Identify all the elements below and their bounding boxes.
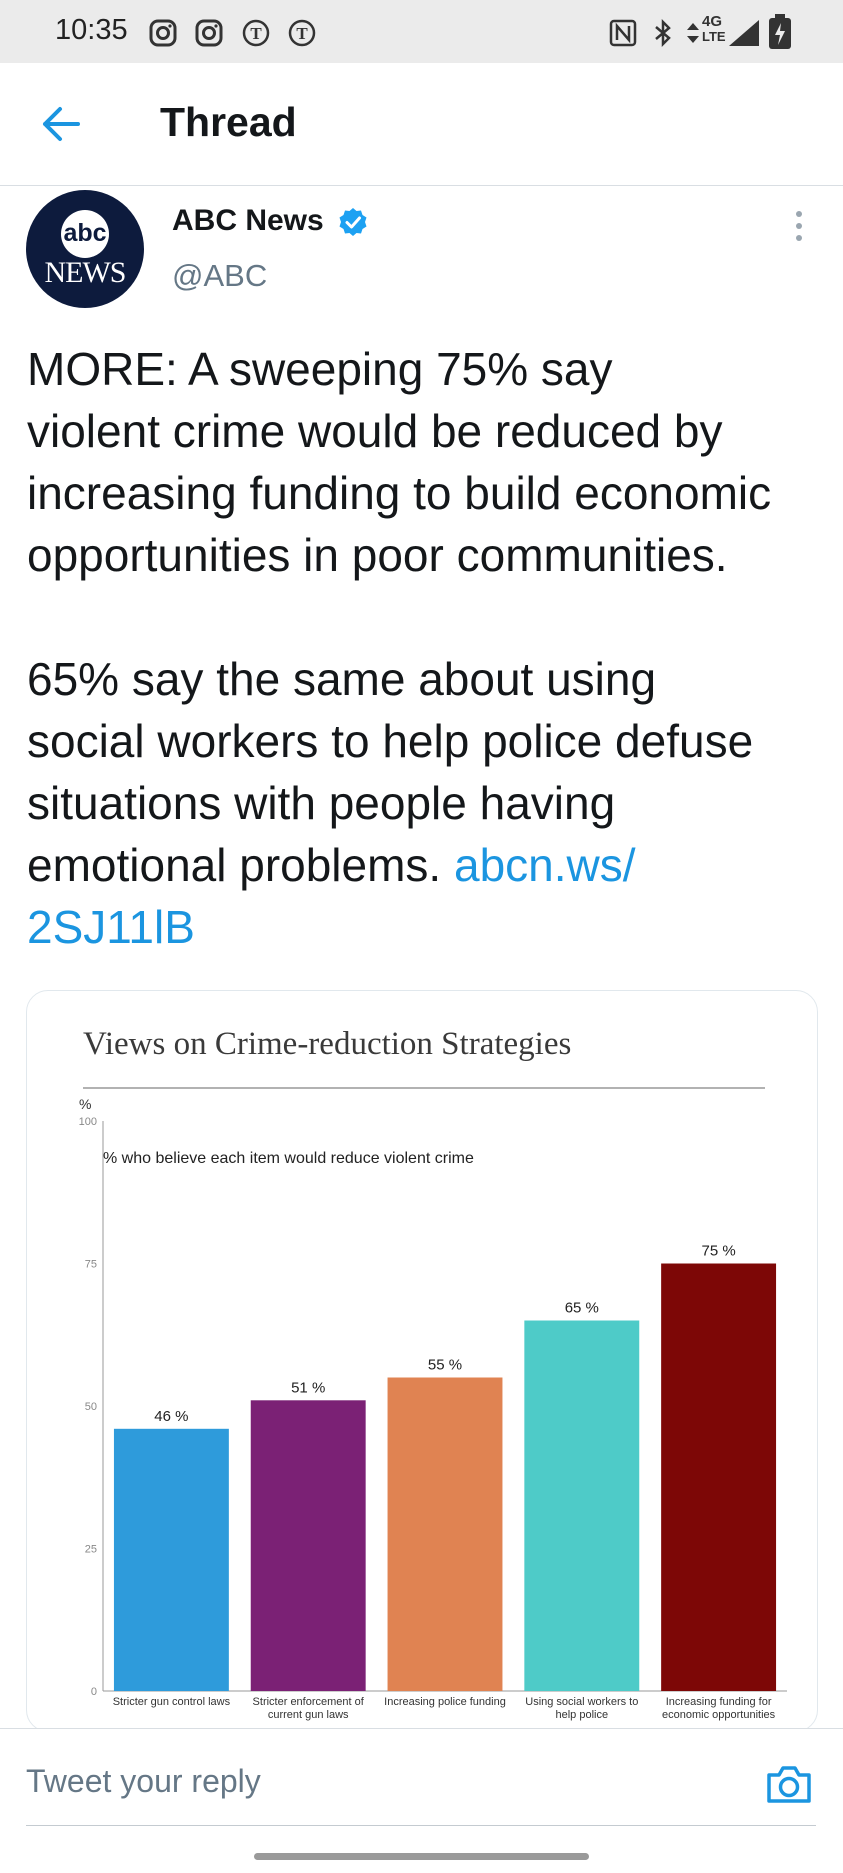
tweet-body: MORE: A sweeping 75% say violent crime w… (27, 343, 772, 891)
y-tick-label: 100 (79, 1116, 97, 1128)
x-tick-label: Increasing police funding (384, 1696, 506, 1708)
bar (524, 1320, 640, 1691)
x-tick-label: current gun laws (268, 1709, 349, 1721)
x-tick-label: Stricter enforcement of (253, 1696, 365, 1708)
svg-text:T: T (296, 24, 308, 43)
x-tick-label: help police (556, 1709, 609, 1721)
verified-badge-icon (339, 208, 367, 236)
system-nav-bar (0, 1840, 843, 1873)
status-bar: 10:35 T T 4G LTE (0, 0, 843, 63)
page-title: Thread (160, 99, 297, 145)
y-tick-label: 0 (91, 1686, 97, 1698)
nytimes-icon: T (242, 19, 270, 47)
bar-value-label: 51 % (291, 1379, 325, 1396)
avatar-logo-abc: abc (61, 210, 109, 258)
battery-icon (769, 14, 791, 49)
network-type: 4G LTE (702, 13, 726, 44)
avatar[interactable]: abc NEWS (26, 190, 144, 308)
more-options-icon[interactable] (792, 210, 806, 242)
data-arrows-icon (687, 23, 699, 43)
bluetooth-icon (655, 18, 671, 48)
author-name[interactable]: ABC News (172, 204, 324, 238)
instagram-icon (195, 19, 223, 47)
y-unit-label: % (79, 1096, 91, 1112)
tweet-text: MORE: A sweeping 75% say violent crime w… (27, 338, 827, 958)
reply-input[interactable]: Tweet your reply (26, 1763, 261, 1800)
x-tick-label: Using social workers to (525, 1696, 638, 1708)
chart-title: Views on Crime-reduction Strategies (83, 1026, 571, 1062)
crime-strategies-chart: Views on Crime-reduction Strategies % % … (79, 1026, 787, 1721)
bar (250, 1400, 366, 1691)
y-tick-label: 75 (85, 1259, 97, 1271)
signal-icon (729, 20, 759, 46)
reply-bar: Tweet your reply (0, 1728, 843, 1841)
y-tick-label: 25 (85, 1544, 97, 1556)
home-gesture-handle[interactable] (254, 1853, 589, 1860)
camera-icon[interactable] (765, 1761, 813, 1807)
instagram-icon (149, 19, 177, 47)
thread-header: Thread (0, 63, 843, 186)
bar (661, 1263, 777, 1691)
bar (113, 1428, 229, 1691)
author-handle[interactable]: @ABC (172, 258, 267, 294)
nytimes-icon: T (288, 19, 316, 47)
svg-text:T: T (250, 24, 262, 43)
bar-value-label: 46 % (154, 1408, 188, 1425)
reply-underline (26, 1825, 816, 1826)
x-tick-label: Increasing funding for (666, 1696, 772, 1708)
chart-subtitle: % who believe each item would reduce vio… (103, 1150, 474, 1167)
bar (387, 1377, 503, 1691)
bar-value-label: 65 % (565, 1300, 599, 1317)
x-tick-label: economic opportunities (662, 1709, 776, 1721)
arrow-left-icon[interactable] (38, 101, 84, 147)
status-time: 10:35 (55, 14, 128, 46)
x-tick-label: Stricter gun control laws (113, 1696, 231, 1708)
tweet-media-card[interactable]: Views on Crime-reduction Strategies % % … (26, 990, 818, 1732)
bar-value-label: 75 % (701, 1243, 735, 1260)
bar-value-label: 55 % (428, 1357, 462, 1374)
y-tick-label: 50 (85, 1401, 97, 1413)
avatar-logo-news: NEWS (44, 256, 127, 289)
nfc-icon (609, 19, 637, 47)
